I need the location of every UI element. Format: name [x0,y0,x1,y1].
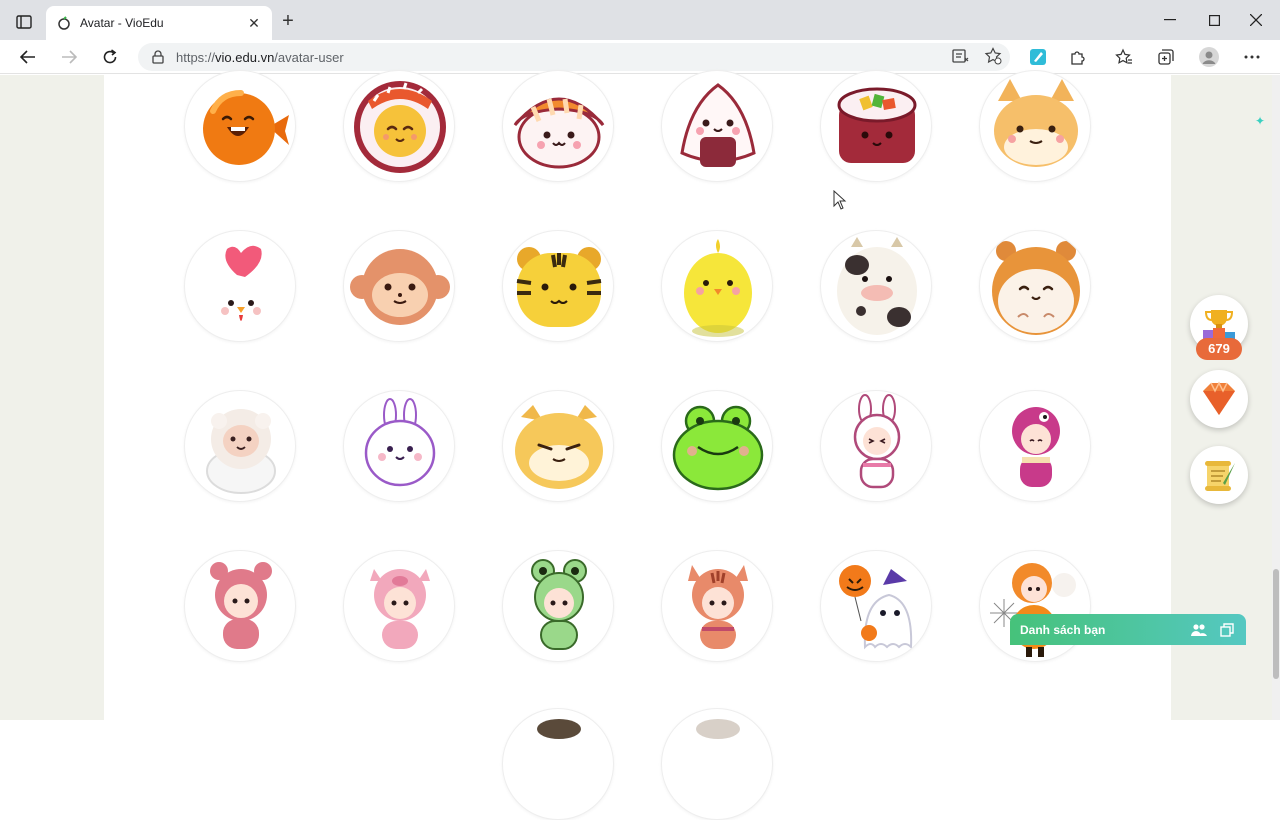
tab-title: Avatar - VioEdu [80,16,164,30]
friends-list-label: Danh sách bạn [1020,622,1106,637]
tiger-icon [516,247,602,327]
tab-actions-icon[interactable] [8,8,40,36]
close-tab-icon[interactable]: ✕ [246,15,262,31]
avatar-tiger[interactable] [502,230,614,342]
new-tab-button[interactable]: + [278,10,298,34]
bunny-icon [364,398,436,487]
halloween-ghost-icon [839,565,913,650]
avatar-halloween-ghost[interactable] [820,550,932,662]
browser-tab-bar: Avatar - VioEdu ✕ + [0,0,1280,40]
avatar-salmon-nigiri[interactable] [502,70,614,182]
back-icon[interactable] [15,44,41,70]
refresh-icon[interactable] [97,44,123,70]
minimize-icon[interactable] [1158,8,1182,32]
avatar-kid-bear-costume[interactable] [184,550,296,662]
avatar-halloween-pumpkin-kid[interactable] [979,550,1091,662]
kid-bear-costume-icon [210,562,272,649]
avatar-shiba-cat[interactable] [502,390,614,502]
add-favorite-icon[interactable] [984,47,1002,70]
kid-frog-costume-icon [531,559,587,650]
orange-fish-icon [203,90,289,165]
scroll-quill-icon [1205,461,1235,491]
more-menu-icon[interactable] [1240,45,1264,69]
friends-icon[interactable] [1190,621,1208,639]
onigiri-icon [680,83,756,167]
avatar-shiba-dog[interactable] [979,70,1091,182]
avatar-maki-roll[interactable] [820,70,932,182]
vioedu-favicon-icon [56,15,72,31]
extension-pen-icon[interactable] [1026,45,1050,69]
avatar-bunny[interactable] [343,390,455,502]
browser-toolbar: https://vio.edu.vn/avatar-user [0,40,1280,74]
url-text: https://vio.edu.vn/avatar-user [176,49,344,65]
kid-pig-costume-icon [370,569,430,649]
avatar-cow[interactable] [820,230,932,342]
expand-window-icon[interactable] [1218,621,1236,639]
shiba-dog-icon [994,79,1078,167]
sushi-roll-icon [354,81,446,173]
profile-avatar-icon[interactable] [1197,45,1221,69]
immersive-reader-icon[interactable] [952,47,970,70]
avatar-kid-bird-costume[interactable] [979,390,1091,502]
scrollbar-thumb[interactable] [1273,569,1279,679]
avatar-sushi-salmon-roll[interactable] [343,70,455,182]
favorites-icon[interactable] [1112,45,1136,69]
avatar-monkey[interactable] [343,230,455,342]
address-bar[interactable]: https://vio.edu.vn/avatar-user [138,43,1010,71]
friends-list-bar[interactable]: Danh sách bạn [1010,614,1246,645]
maki-roll-icon [837,87,917,163]
avatar-chick[interactable] [661,230,773,342]
avatar-chicken[interactable] [184,230,296,342]
avatar-kid-bunny-costume[interactable] [820,390,932,502]
forward-icon[interactable] [56,44,82,70]
shiba-cat-icon [515,405,603,489]
gem-count-badge: 679 [1196,338,1242,360]
avatar-kid-pig-costume[interactable] [343,550,455,662]
kid-bunny-costume-icon [853,394,901,489]
frog-icon [672,405,764,491]
close-window-icon[interactable] [1244,8,1268,32]
maximize-icon[interactable] [1202,8,1226,32]
mouse-cursor-icon [833,189,847,215]
monkey-icon [350,249,450,325]
avatar-hamster[interactable] [979,230,1091,342]
halloween-pumpkin-kid-icon [990,563,1076,657]
hamster-icon [992,241,1080,335]
gems-button[interactable] [1190,370,1248,428]
kid-bird-costume-icon [1012,407,1060,487]
scrollbar[interactable] [1272,75,1280,720]
tasks-button[interactable] [1190,446,1248,504]
avatar-partial-row-item[interactable] [502,708,614,820]
avatar-sheep[interactable] [184,390,296,502]
avatar-partial-row-item[interactable] [661,708,773,820]
avatar-onigiri[interactable] [661,70,773,182]
avatar-orange-fish[interactable] [184,70,296,182]
extensions-puzzle-icon[interactable] [1066,45,1090,69]
lock-icon[interactable] [150,49,166,65]
browser-tab[interactable]: Avatar - VioEdu ✕ [46,6,272,40]
salmon-nigiri-icon [513,97,605,169]
gem-icon [1203,381,1235,415]
chick-icon [684,239,752,337]
avatar-kid-frog-costume[interactable] [502,550,614,662]
collections-icon[interactable] [1154,45,1178,69]
avatar-frog[interactable] [661,390,773,502]
sparkle-icon: ✦ [1255,114,1266,128]
cow-icon [837,237,917,335]
kid-tiger-costume-icon [688,565,748,649]
avatar-kid-tiger-costume[interactable] [661,550,773,662]
chicken-icon [209,245,273,341]
sheep-icon [206,409,276,494]
